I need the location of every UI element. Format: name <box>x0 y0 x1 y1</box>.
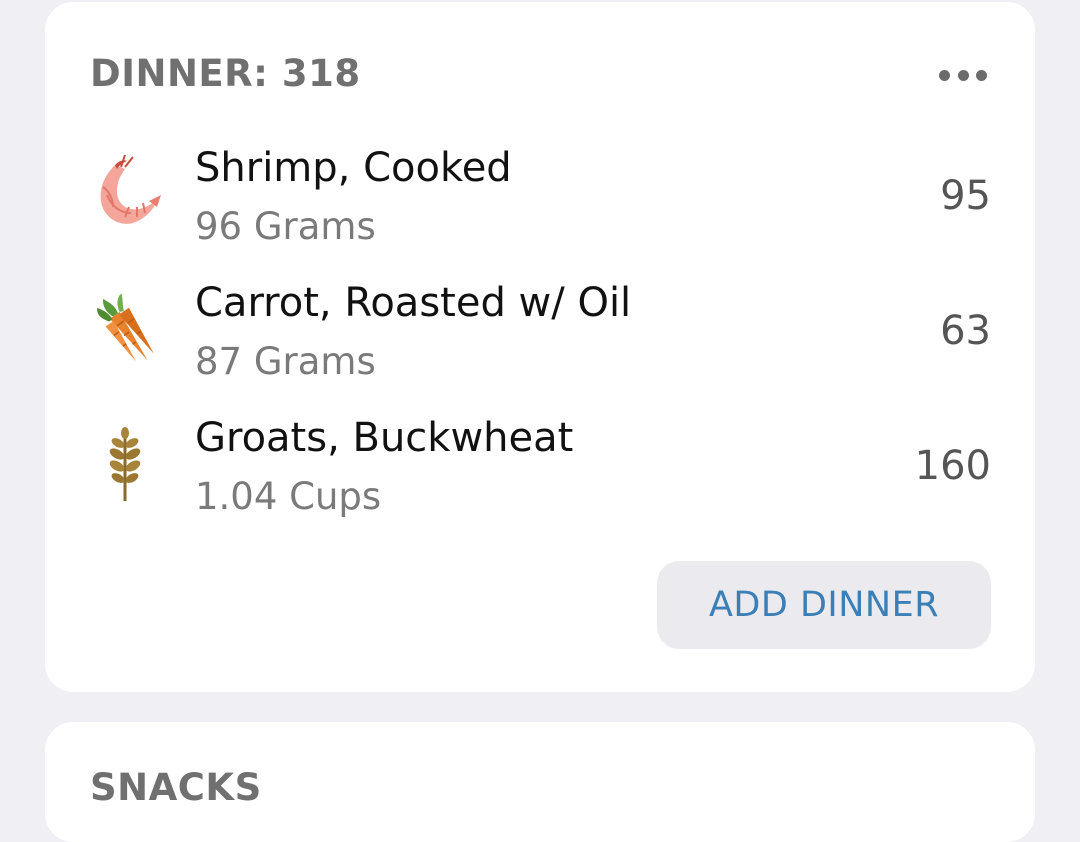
food-item-name: Shrimp, Cooked <box>195 145 512 191</box>
carrot-icon <box>97 293 154 362</box>
food-item-amount: 96 Grams <box>195 205 376 248</box>
more-options-button[interactable] <box>939 60 987 90</box>
snacks-card: SNACKS <box>45 722 1035 842</box>
meal-header-dinner: DINNER: 318 <box>90 52 361 95</box>
meal-header-snacks: SNACKS <box>90 766 262 809</box>
food-item-name: Groats, Buckwheat <box>195 415 574 461</box>
food-item-carrot[interactable]: Carrot, Roasted w/ Oil 87 Grams 63 <box>45 280 1035 400</box>
food-item-buckwheat[interactable]: Groats, Buckwheat 1.04 Cups 160 <box>45 415 1035 535</box>
food-item-name: Carrot, Roasted w/ Oil <box>195 280 632 326</box>
food-item-calories: 95 <box>940 173 991 219</box>
food-item-calories: 160 <box>914 443 991 489</box>
more-horizontal-icon <box>939 69 950 81</box>
add-dinner-button[interactable]: ADD DINNER <box>657 561 991 649</box>
food-item-shrimp[interactable]: Shrimp, Cooked 96 Grams 95 <box>45 145 1035 265</box>
food-item-amount: 1.04 Cups <box>195 475 382 518</box>
shrimp-icon <box>100 155 161 224</box>
food-item-calories: 63 <box>940 308 991 354</box>
wheat-icon <box>109 427 141 501</box>
dinner-card: DINNER: 318 Shrimp, Cooked 96 Grams 95 C… <box>45 2 1035 692</box>
food-item-amount: 87 Grams <box>195 340 376 383</box>
